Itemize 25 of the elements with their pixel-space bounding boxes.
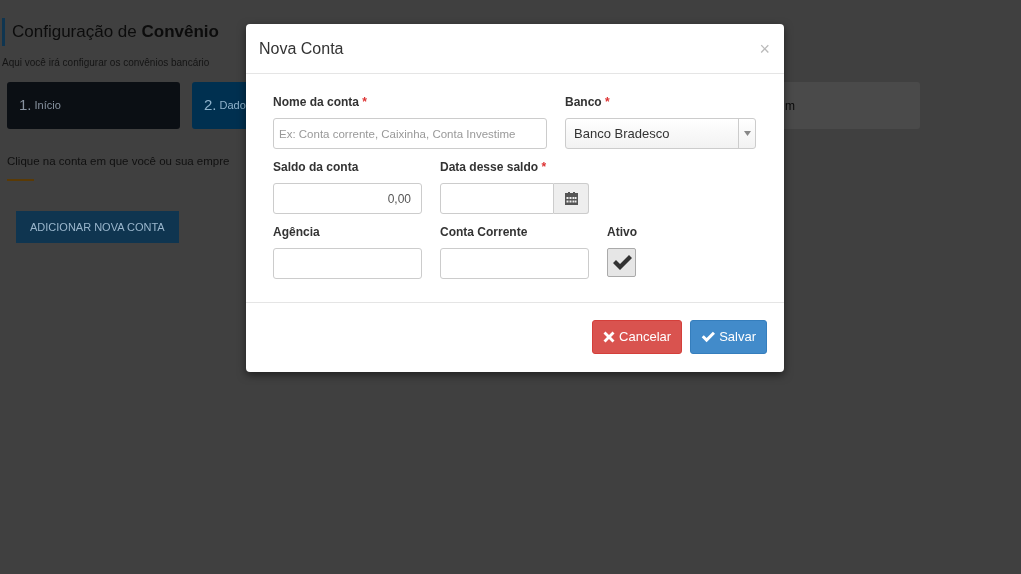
add-account-button[interactable]: ADICIONAR NOVA CONTA [16, 210, 179, 243]
field-label: Banco * [565, 94, 610, 111]
field-label: Ativo [607, 224, 637, 241]
dropdown-arrow-icon [743, 131, 751, 136]
field-label: Data desse saldo * [440, 159, 547, 176]
date-field[interactable] [440, 183, 554, 214]
input-field[interactable] [273, 248, 422, 279]
modal-title: Nova Conta [259, 38, 344, 59]
calendar-button[interactable] [554, 183, 589, 214]
cancel-button[interactable]: Cancelar [592, 320, 683, 354]
bank-select[interactable]: Banco Bradesco [565, 118, 756, 149]
field-label: Agência [273, 224, 320, 241]
checkmark-icon [611, 254, 632, 271]
checkmark-icon [701, 330, 716, 343]
wizard-step[interactable]: 1. Início [7, 82, 180, 129]
input-field[interactable]: Ex: Conta corrente, Caixinha, Conta Investime [273, 118, 547, 149]
save-button[interactable]: Salvar [690, 320, 767, 354]
input-field[interactable]: 0,00 [273, 183, 422, 214]
close-icon [603, 330, 616, 343]
checkbox[interactable] [607, 248, 636, 277]
field-label: Nome da conta * [273, 94, 368, 111]
calendar-icon [564, 192, 578, 205]
input-field[interactable] [440, 248, 589, 279]
field-label: Saldo da conta [273, 159, 359, 176]
field-label: Conta Corrente [440, 224, 528, 241]
